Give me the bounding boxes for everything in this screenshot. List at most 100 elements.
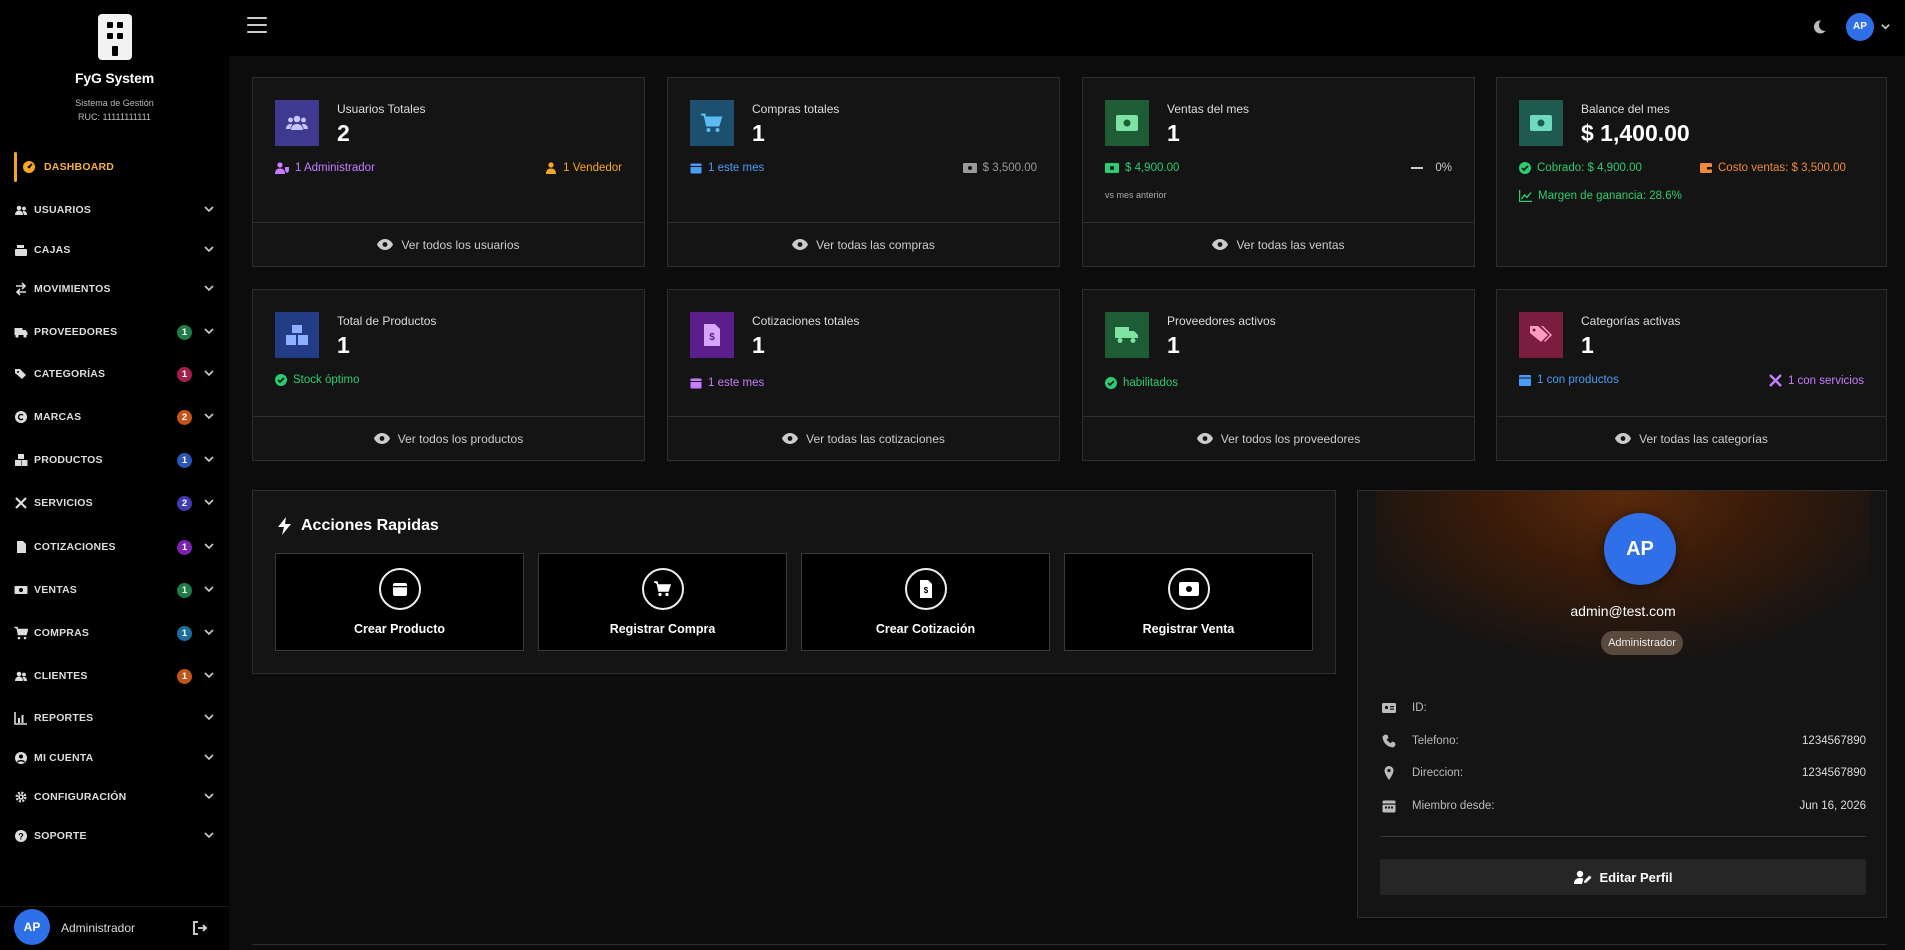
- sidebar-item-ventas[interactable]: VENTAS 1: [0, 575, 229, 605]
- tags-icon: [1519, 312, 1563, 358]
- sidebar-item-cotizaciones[interactable]: COTIZACIONES 1: [0, 532, 229, 562]
- sidebar-item-usuarios[interactable]: USUARIOS: [0, 195, 229, 225]
- chevron-down-icon[interactable]: [203, 410, 215, 422]
- user-edit-icon: [1573, 870, 1592, 884]
- avatar[interactable]: AP: [1846, 13, 1874, 41]
- tags-icon: [15, 369, 26, 379]
- view-all-suppliers-link[interactable]: Ver todos los proveedores: [1083, 416, 1474, 460]
- card-detail-text: 1 con productos: [1537, 374, 1619, 386]
- chevron-down-icon[interactable]: [203, 367, 215, 379]
- truck-icon: [1105, 312, 1149, 358]
- section-title-text: Acciones Rapidas: [301, 517, 439, 534]
- create-quote-button[interactable]: $ Crear Cotización: [801, 553, 1050, 651]
- chevron-down-icon[interactable]: [1880, 21, 1891, 32]
- register-purchase-button[interactable]: Registrar Compra: [538, 553, 787, 651]
- brand-name: FyG System: [75, 70, 154, 86]
- cart-icon: [642, 568, 684, 610]
- sidebar-item-dashboard[interactable]: DASHBOARD: [0, 152, 229, 182]
- eye-icon: [792, 239, 809, 250]
- card-title: Usuarios Totales: [337, 102, 426, 116]
- view-all-products-link[interactable]: Ver todos los productos: [253, 416, 644, 460]
- chevron-down-icon[interactable]: [203, 282, 215, 294]
- card-value: 1: [1167, 120, 1180, 146]
- chevron-down-icon[interactable]: [203, 751, 215, 763]
- sidebar-item-productos[interactable]: PRODUCTOS 1: [0, 445, 229, 475]
- sidebar-item-configuracion[interactable]: CONFIGURACIÓN: [0, 782, 229, 812]
- sidebar-item-label: SERVICIOS: [34, 497, 93, 509]
- card-title: Balance del mes: [1581, 102, 1670, 116]
- categories-with-services: 1 con servicios: [1769, 374, 1864, 387]
- card-value: 2: [337, 120, 350, 146]
- sidebar-item-label: PROVEEDORES: [34, 326, 118, 338]
- create-product-button[interactable]: Crear Producto: [275, 553, 524, 651]
- user-icon: [546, 162, 557, 174]
- sidebar-item-servicios[interactable]: SERVICIOS 2: [0, 488, 229, 518]
- chevron-down-icon[interactable]: [203, 243, 215, 255]
- view-all-quotes-link[interactable]: Ver todas las cotizaciones: [668, 416, 1059, 460]
- sidebar-item-soporte[interactable]: ? SOPORTE: [0, 821, 229, 851]
- eye-icon: [782, 433, 799, 444]
- card-title: Compras totales: [752, 102, 840, 116]
- view-all-categories-link[interactable]: Ver todas las categorías: [1497, 416, 1886, 460]
- calendar-icon: [690, 378, 702, 389]
- categories-with-products: 1 con productos: [1519, 374, 1619, 386]
- invoice-icon: $: [905, 568, 947, 610]
- count-badge: 1: [177, 626, 192, 641]
- sidebar-item-cajas[interactable]: CAJAS: [0, 235, 229, 265]
- moon-icon[interactable]: [1811, 19, 1827, 35]
- register-sale-button[interactable]: Registrar Venta: [1064, 553, 1313, 651]
- profile-email: admin@test.com: [1570, 603, 1676, 619]
- user-shield-icon: [275, 162, 289, 174]
- chevron-down-icon[interactable]: [203, 325, 215, 337]
- sidebar-item-categorias[interactable]: CATEGORÍAS 1: [0, 359, 229, 389]
- chevron-down-icon[interactable]: [203, 626, 215, 638]
- sidebar-item-label: CATEGORÍAS: [34, 368, 106, 380]
- avatar[interactable]: AP: [14, 909, 50, 945]
- chevron-down-icon[interactable]: [203, 583, 215, 595]
- sidebar-item-clientes[interactable]: CLIENTES 1: [0, 661, 229, 691]
- chart-line-icon: [1519, 190, 1532, 202]
- eye-icon: [377, 239, 394, 250]
- sidebar-item-label: MARCAS: [34, 411, 82, 423]
- card-value: 1: [752, 332, 765, 358]
- edit-profile-button[interactable]: Editar Perfil: [1380, 859, 1866, 895]
- sidebar-item-compras[interactable]: COMPRAS 1: [0, 618, 229, 648]
- chevron-down-icon[interactable]: [203, 669, 215, 681]
- chevron-down-icon[interactable]: [203, 790, 215, 802]
- action-label: Registrar Compra: [609, 622, 716, 636]
- count-badge: 1: [177, 669, 192, 684]
- view-all-purchases-link[interactable]: Ver todas las compras: [668, 222, 1059, 266]
- sidebar-item-proveedores[interactable]: PROVEEDORES 1: [0, 317, 229, 347]
- logout-icon[interactable]: [192, 920, 208, 936]
- sidebar-item-reportes[interactable]: REPORTES: [0, 703, 229, 733]
- chevron-down-icon[interactable]: [203, 711, 215, 723]
- chevron-down-icon[interactable]: [203, 203, 215, 215]
- count-badge: 1: [177, 325, 192, 340]
- box-icon: [1519, 375, 1531, 386]
- chevron-down-icon[interactable]: [203, 540, 215, 552]
- sidebar-item-marcas[interactable]: MARCAS 2: [0, 402, 229, 432]
- chevron-down-icon[interactable]: [203, 453, 215, 465]
- sidebar-item-movimientos[interactable]: MOVIMIENTOS: [0, 274, 229, 304]
- sidebar-item-label: COTIZACIONES: [34, 541, 116, 553]
- card-footer-label: Ver todas las compras: [816, 237, 935, 252]
- card-footer-label: Ver todas las ventas: [1236, 237, 1345, 252]
- sidebar-item-label: CLIENTES: [34, 670, 88, 682]
- card-detail-text: 1 Vendedor: [563, 162, 622, 174]
- menu-toggle-icon[interactable]: [247, 17, 267, 35]
- chevron-down-icon[interactable]: [203, 496, 215, 508]
- avatar: AP: [1604, 513, 1676, 585]
- view-all-sales-link[interactable]: Ver todas las ventas: [1083, 222, 1474, 266]
- stat-card-usuarios: Usuarios Totales 2 1 Administrador 1 Ven…: [252, 77, 645, 267]
- check-circle-icon: [1519, 162, 1531, 174]
- admins-count: 1 Administrador: [275, 162, 375, 174]
- sidebar-item-label: COMPRAS: [34, 627, 90, 639]
- sidebar-item-mi-cuenta[interactable]: MI CUENTA: [0, 743, 229, 773]
- card-detail-text: Cobrado: $ 4,900.00: [1537, 162, 1642, 174]
- view-all-users-link[interactable]: Ver todos los usuarios: [253, 222, 644, 266]
- action-label: Crear Producto: [354, 622, 445, 636]
- invoice-icon: $: [690, 312, 734, 358]
- chevron-down-icon[interactable]: [203, 829, 215, 841]
- sales-change: 0%: [1411, 162, 1452, 174]
- quick-actions-panel: Acciones Rapidas Crear Producto Registra…: [252, 490, 1336, 674]
